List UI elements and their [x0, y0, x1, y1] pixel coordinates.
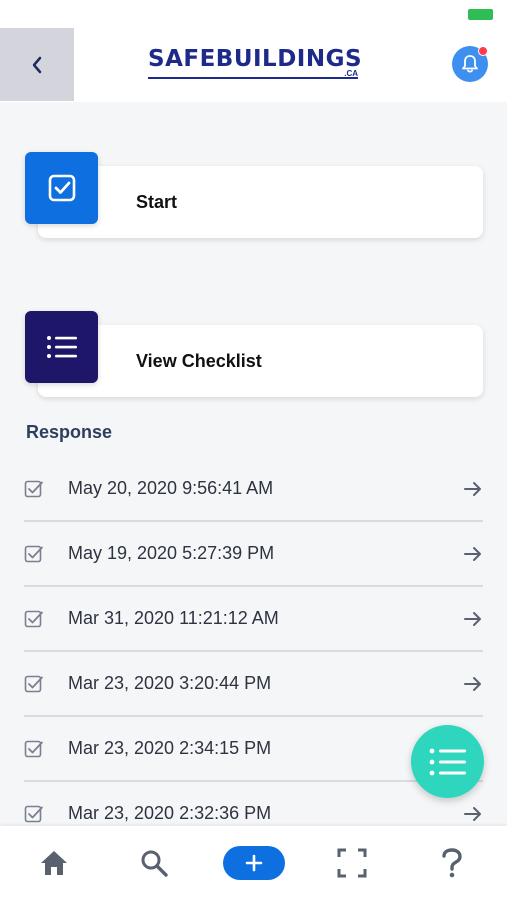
response-date: Mar 23, 2020 2:34:15 PM [68, 738, 272, 758]
response-date: May 20, 2020 9:56:41 AM [68, 478, 274, 498]
arrow-right-icon[interactable] [463, 587, 483, 650]
start-card[interactable]: Start [38, 166, 483, 238]
logo-underline [148, 77, 358, 79]
arrow-right-icon[interactable] [463, 522, 483, 585]
notification-badge [478, 46, 488, 56]
help-icon [442, 848, 462, 878]
response-row[interactable]: Mar 23, 2020 3:20:44 PM [24, 652, 483, 717]
start-button[interactable] [25, 152, 98, 224]
list-icon [429, 748, 466, 775]
checkbox-icon [48, 174, 75, 202]
logo-text: SAFEBUILDINGS [148, 46, 363, 72]
app-logo: SAFEBUILDINGS .CA [148, 46, 363, 86]
start-label: Start [136, 191, 178, 212]
arrow-right-icon[interactable] [463, 652, 483, 715]
battery-icon [468, 9, 493, 20]
response-row[interactable]: Mar 31, 2020 11:21:12 AM [24, 587, 483, 652]
chevron-left-icon [32, 56, 42, 73]
view-checklist-button[interactable] [25, 311, 98, 383]
list-icon [46, 336, 77, 358]
scan-icon [337, 848, 367, 878]
response-date: May 19, 2020 5:27:39 PM [68, 543, 275, 563]
response-row[interactable]: May 19, 2020 5:27:39 PM [24, 522, 483, 587]
back-button[interactable] [0, 28, 74, 101]
arrow-right-icon[interactable] [463, 457, 483, 520]
bottom-nav [0, 826, 507, 900]
checkbox-icon [24, 587, 46, 650]
view-checklist-card[interactable]: View Checklist [38, 325, 483, 397]
search-icon [141, 850, 168, 877]
home-icon [41, 851, 67, 875]
view-checklist-label: View Checklist [136, 350, 262, 371]
bell-icon [462, 55, 478, 73]
help-button[interactable] [422, 826, 482, 900]
checkbox-icon [24, 522, 46, 585]
response-date: Mar 23, 2020 3:20:44 PM [68, 673, 272, 693]
scan-button[interactable] [322, 826, 382, 900]
response-date: Mar 31, 2020 11:21:12 AM [68, 608, 279, 628]
add-button[interactable] [223, 846, 285, 880]
search-button[interactable] [124, 826, 184, 900]
checkbox-icon [24, 652, 46, 715]
menu-fab-button[interactable] [411, 725, 484, 798]
response-row[interactable]: May 20, 2020 9:56:41 AM [24, 457, 483, 522]
checkbox-icon [24, 717, 46, 780]
add-icon [245, 854, 263, 872]
checkbox-icon [24, 457, 46, 520]
home-button[interactable] [24, 826, 84, 900]
response-title: Response [26, 422, 113, 442]
app-header: SAFEBUILDINGS .CA [0, 0, 507, 102]
